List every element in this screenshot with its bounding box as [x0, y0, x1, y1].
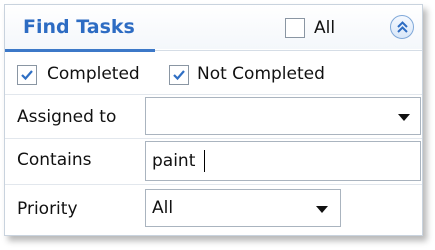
priority-dropdown[interactable]: All — [145, 189, 341, 227]
text-cursor — [204, 150, 205, 172]
panel-title: Find Tasks — [23, 16, 135, 38]
contains-label: Contains — [17, 150, 92, 170]
all-checkbox-label: All — [314, 18, 336, 38]
not-completed-label: Not Completed — [197, 64, 325, 84]
assigned-to-label: Assigned to — [17, 107, 117, 127]
completed-label: Completed — [47, 64, 140, 84]
dropdown-arrow-icon[interactable] — [316, 206, 328, 213]
find-tasks-panel: Find Tasks All Completed Not Completed A… — [4, 4, 423, 236]
priority-value: All — [152, 198, 174, 218]
header-divider — [155, 50, 422, 51]
dropdown-arrow-icon[interactable] — [398, 114, 410, 121]
row-divider — [5, 94, 422, 95]
collapse-button[interactable] — [390, 15, 414, 39]
not-completed-checkbox[interactable] — [169, 65, 189, 85]
all-checkbox[interactable] — [285, 18, 305, 38]
row-divider — [5, 184, 422, 185]
priority-label: Priority — [17, 199, 78, 219]
checkmark-icon — [173, 70, 185, 81]
header-accent-line — [5, 49, 155, 52]
panel-header: Find Tasks All — [5, 5, 422, 49]
double-chevron-up-icon — [397, 21, 408, 33]
checkmark-icon — [21, 70, 33, 81]
contains-input[interactable]: paint — [145, 141, 421, 181]
completed-checkbox[interactable] — [17, 65, 37, 85]
contains-value: paint — [152, 151, 196, 171]
assigned-to-dropdown[interactable] — [145, 97, 421, 135]
row-divider — [5, 138, 422, 139]
